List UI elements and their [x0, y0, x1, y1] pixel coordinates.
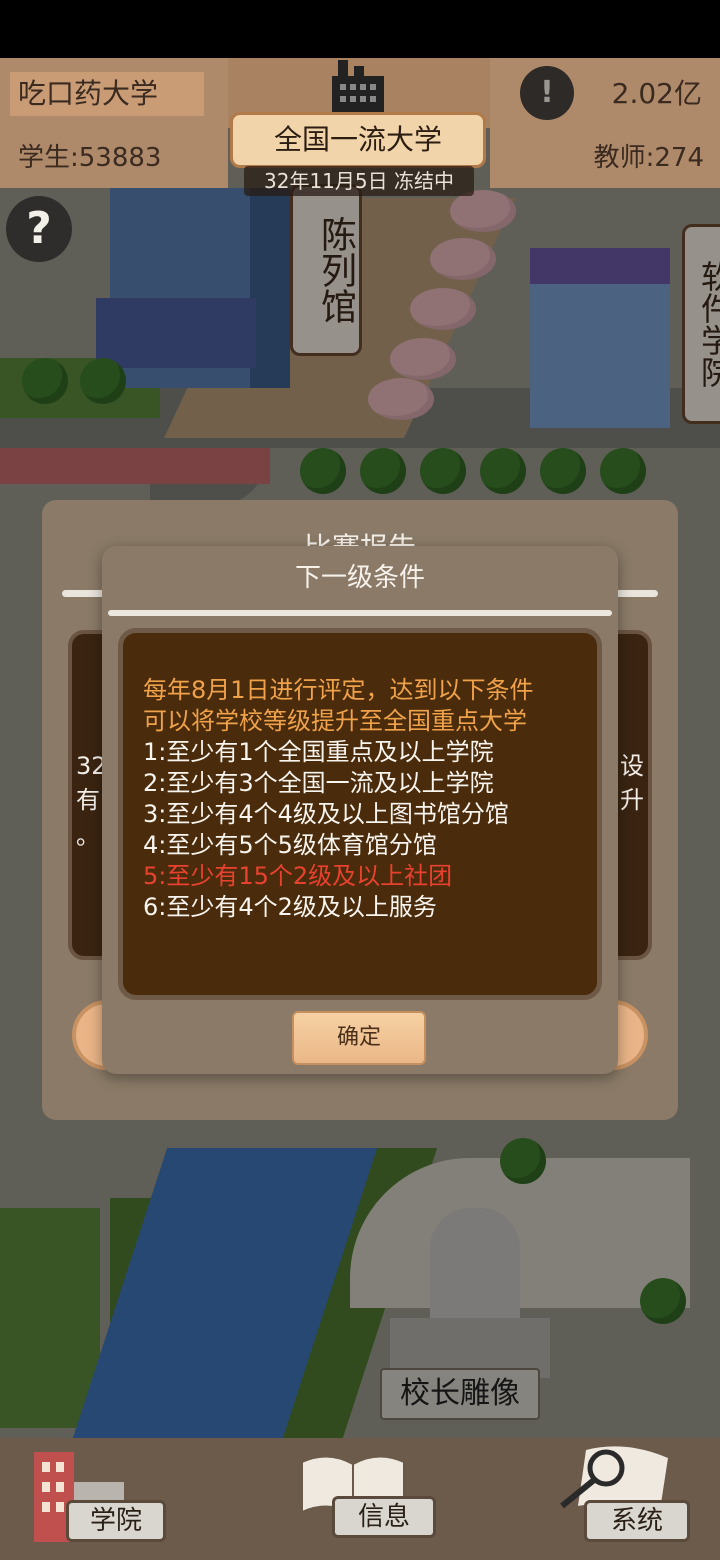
nav-college-button[interactable]: 学院: [66, 1500, 166, 1542]
teacher-count: 教师:274: [593, 143, 704, 173]
evaluation-intro: 可以将学校等级提升至全国重点大学: [143, 707, 527, 735]
condition-item: 6:至少有4个2级及以上服务: [143, 893, 437, 921]
money-amount: 2.02亿: [611, 77, 702, 110]
condition-item: 4:至少有5个5级体育馆分馆: [143, 831, 437, 859]
game-date-status: 32年11月5日 冻结中: [244, 166, 474, 196]
report-text: 。: [76, 822, 100, 850]
dialog-divider: [108, 610, 612, 616]
condition-item: 2:至少有3个全国一流及以上学院: [143, 769, 494, 797]
next-level-conditions-dialog: 下一级条件 每年8月1日进行评定，达到以下条件 可以将学校等级提升至全国重点大学…: [102, 546, 618, 1074]
report-text: 设: [620, 752, 644, 780]
condition-item: 3:至少有4个4级及以上图书馆分馆: [143, 800, 509, 828]
status-bar: [0, 0, 720, 58]
evaluation-intro: 每年8月1日进行评定，达到以下条件: [143, 676, 534, 704]
question-icon[interactable]: ?: [6, 196, 72, 262]
factory-icon: [332, 60, 384, 112]
conditions-panel: 每年8月1日进行评定，达到以下条件 可以将学校等级提升至全国重点大学 1:至少有…: [118, 628, 602, 1000]
condition-item-unmet: 5:至少有15个2级及以上社团: [143, 862, 453, 890]
student-count: 学生:53883: [18, 143, 162, 173]
nav-system-button[interactable]: 系统: [584, 1500, 690, 1542]
university-rank-banner[interactable]: 全国一流大学: [230, 112, 486, 168]
university-name: 吃口药大学: [10, 72, 204, 116]
confirm-button[interactable]: 确定: [292, 1011, 426, 1065]
exclamation-icon[interactable]: !: [520, 66, 574, 120]
bottom-nav: 学院 信息 系统: [0, 1438, 720, 1560]
report-text: 升: [620, 786, 644, 814]
dialog-title: 下一级条件: [294, 563, 425, 593]
condition-item: 1:至少有1个全国重点及以上学院: [143, 738, 494, 766]
nav-info-button[interactable]: 信息: [332, 1496, 436, 1538]
report-text: 有: [76, 786, 100, 814]
